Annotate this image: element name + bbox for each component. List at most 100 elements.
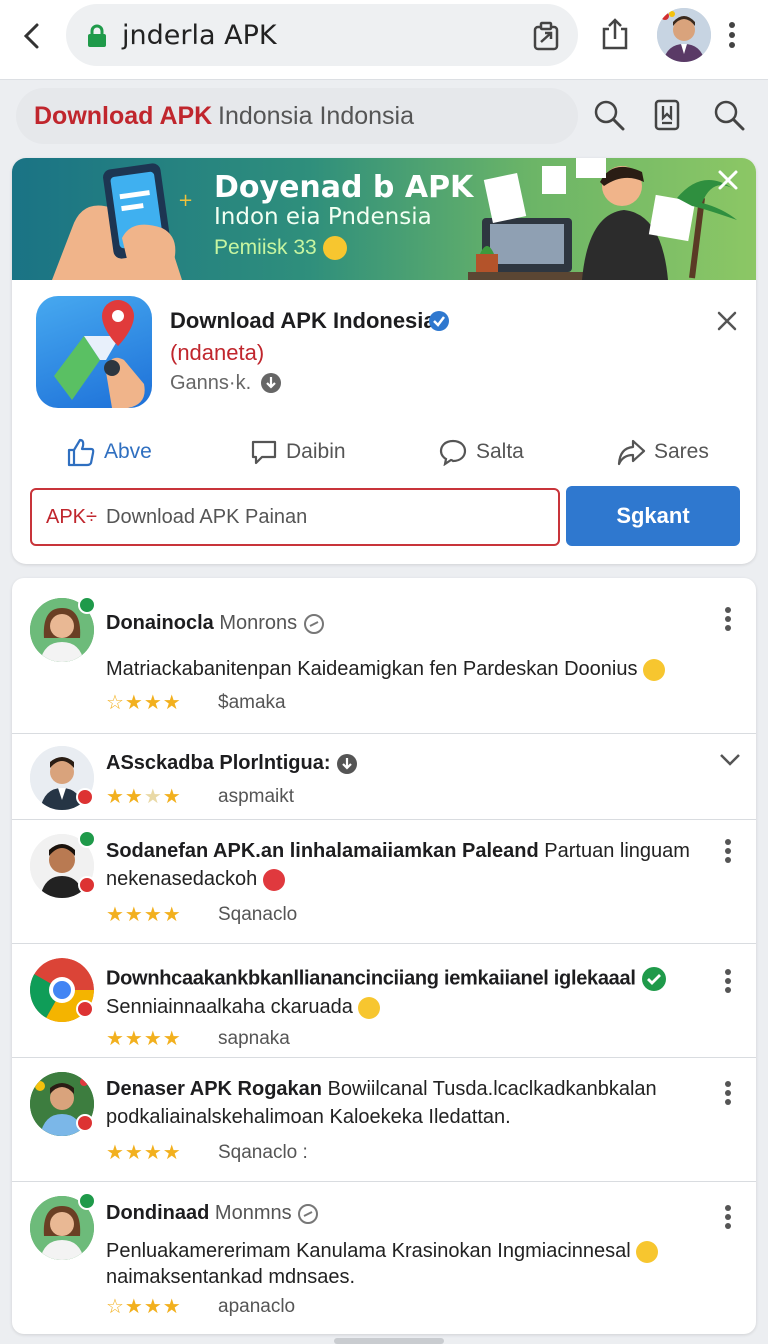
- input-placeholder: Download APK Painan: [106, 506, 308, 528]
- review-text: Penluakamererimam Kanulama Krasinokan In…: [106, 1238, 706, 1290]
- app-developer[interactable]: (ndaneta): [170, 340, 264, 366]
- reviewer-meta: Monmns: [214, 1202, 292, 1224]
- reviewer-name: Dondinaad Monmns: [106, 1202, 319, 1225]
- list-item[interactable]: Denaser APK Rogakan Bowiilcanal Tusda.lc…: [12, 1058, 756, 1182]
- back-button[interactable]: [14, 18, 50, 54]
- banner-meta: Pemiisk 33: [214, 236, 347, 261]
- star-rating: ☆★★★: [106, 692, 182, 714]
- chat-bubble-icon: [439, 439, 467, 466]
- review-text: Senniainnaalkaha ckaruada: [106, 994, 706, 1020]
- action-row: Abve Daibin Salta Sares: [12, 430, 756, 474]
- search-icon-secondary[interactable]: [712, 98, 746, 132]
- tab-switch-icon[interactable]: [532, 21, 560, 51]
- search-field[interactable]: Download APK Indonsia Indonsia: [16, 88, 578, 144]
- close-icon[interactable]: [716, 310, 738, 332]
- reviewer-name: Downhcaakankbkanllianancinciiang iemkaii…: [106, 966, 706, 992]
- share-icon[interactable]: [600, 17, 630, 51]
- like-button[interactable]: Abve: [66, 430, 152, 474]
- more-menu-icon[interactable]: [724, 1080, 732, 1106]
- star-rating: ★★★★: [106, 786, 182, 808]
- list-item[interactable]: Downhcaakankbkanllianancinciiang iemkaii…: [12, 944, 756, 1058]
- star-rating: ★★★★: [106, 1028, 182, 1050]
- comment-button[interactable]: Daibin: [250, 430, 346, 474]
- list-item[interactable]: Donainocla Monrons Matriackabanitenpan K…: [12, 578, 756, 734]
- reviewer-name: Denaser APK Rogakan Bowiilcanal Tusda.lc…: [106, 1078, 716, 1101]
- list-item[interactable]: Dondinaad Monmns Penluakamererimam Kanul…: [12, 1182, 756, 1334]
- submit-button[interactable]: Sgkant: [566, 486, 740, 546]
- app-downloads: Ganns·k.: [170, 372, 252, 394]
- more-menu-icon[interactable]: [724, 1204, 732, 1230]
- chevron-down-icon[interactable]: [718, 752, 742, 768]
- comment-input[interactable]: APK÷ Download APK Painan: [30, 488, 560, 546]
- share-arrow-icon: [617, 439, 646, 466]
- half-star: ★: [162, 1142, 182, 1164]
- more-menu-icon[interactable]: [728, 20, 736, 50]
- browser-toolbar: jnderla APK: [0, 0, 768, 80]
- bookmark-icon[interactable]: [652, 98, 682, 132]
- more-menu-icon[interactable]: [724, 838, 732, 864]
- reviewer-name: Sodanefan APK.an linhalamaiiamkan Palean…: [106, 840, 706, 863]
- map-pin-icon: [54, 300, 145, 408]
- search-query-bold: Download APK: [34, 102, 213, 130]
- app-icon[interactable]: [36, 296, 152, 408]
- search-icon[interactable]: [592, 98, 626, 132]
- home-indicator[interactable]: [334, 1338, 444, 1344]
- half-star: ★: [162, 692, 182, 714]
- close-icon[interactable]: [716, 168, 740, 192]
- reviewer-name-text: Dondinaad: [106, 1202, 210, 1224]
- search-query-rest: Indonsia Indonsia: [218, 102, 414, 130]
- app-name: Download APK Indonesia: [170, 308, 436, 333]
- input-prefix: APK÷: [46, 506, 97, 528]
- reviewer-meta: Monrons: [219, 612, 298, 634]
- review-label: apanaclo: [218, 1296, 296, 1317]
- app-card: + Doyenad b APK Indon eia Pndensia Pemii…: [12, 158, 756, 564]
- star-rating: ☆★★★: [106, 1296, 182, 1318]
- review-text-line2: naimaksentankad mdnsaes.: [106, 1266, 356, 1288]
- star-rating: ★★★★: [106, 904, 182, 926]
- address-bar[interactable]: jnderla APK: [66, 4, 578, 66]
- review-label: aspmaikt: [218, 786, 295, 807]
- smile-icon: [643, 658, 666, 681]
- list-item[interactable]: Sodanefan APK.an linhalamaiiamkan Palean…: [12, 820, 756, 944]
- comment-icon: [251, 440, 277, 465]
- status-badge-secondary: [78, 876, 96, 894]
- reviewer-name: Donainocla Monrons: [106, 612, 325, 635]
- review-text-body: Senniainnaalkaha ckaruada: [106, 996, 353, 1018]
- link-icon: [298, 1203, 319, 1224]
- reviewer-name-text: Denaser APK Rogakan: [106, 1078, 322, 1100]
- url-text: jnderla APK: [122, 20, 277, 51]
- profile-avatar[interactable]: [657, 8, 711, 62]
- review-text-body: nekenasedackoh: [106, 868, 258, 890]
- download-circle-icon: [261, 373, 281, 393]
- banner-meta-text: Pemiisk 33: [214, 236, 317, 259]
- status-badge: [78, 830, 96, 848]
- download-circle-icon: [337, 753, 358, 774]
- smile-icon: [358, 996, 381, 1019]
- share-button[interactable]: Sares: [616, 430, 709, 474]
- reviewer-name-text: Downhcaakankbkanllianancinciiang iemkaii…: [106, 967, 636, 990]
- review-text: nekenasedackoh: [106, 866, 706, 892]
- check-circle-icon: [641, 967, 666, 991]
- save-label: Salta: [476, 440, 524, 463]
- list-item[interactable]: ASsckadba Plorlntigua: ★★★★ aspmaikt: [12, 734, 756, 820]
- comment-label: Daibin: [286, 440, 346, 463]
- reviewer-name-text: Sodanefan APK.an linhalamaiiamkan Palean…: [106, 840, 539, 862]
- thumbs-up-icon: [67, 438, 95, 467]
- smile-icon: [322, 236, 347, 261]
- verified-badge-icon: [429, 311, 449, 331]
- reviewer-name: ASsckadba Plorlntigua:: [106, 752, 358, 775]
- person-icon: [657, 8, 711, 62]
- banner-title: Doyenad b APK: [214, 170, 474, 205]
- status-badge: [76, 788, 94, 806]
- more-menu-icon[interactable]: [724, 606, 732, 632]
- review-label: Sqanaclo :: [218, 1142, 308, 1163]
- svg-text:+: +: [178, 190, 193, 211]
- review-label: $amaka: [218, 692, 286, 713]
- banner-subtitle: Indon eia Pndensia: [214, 204, 432, 230]
- reviews-list: Donainocla Monrons Matriackabanitenpan K…: [12, 578, 756, 1334]
- more-menu-icon[interactable]: [724, 968, 732, 994]
- status-badge: [76, 1000, 94, 1018]
- review-text: podkaliainalskehalimoan Kaloekeka Iledat…: [106, 1106, 511, 1128]
- save-button[interactable]: Salta: [438, 430, 524, 474]
- promo-banner[interactable]: + Doyenad b APK Indon eia Pndensia Pemii…: [12, 158, 756, 280]
